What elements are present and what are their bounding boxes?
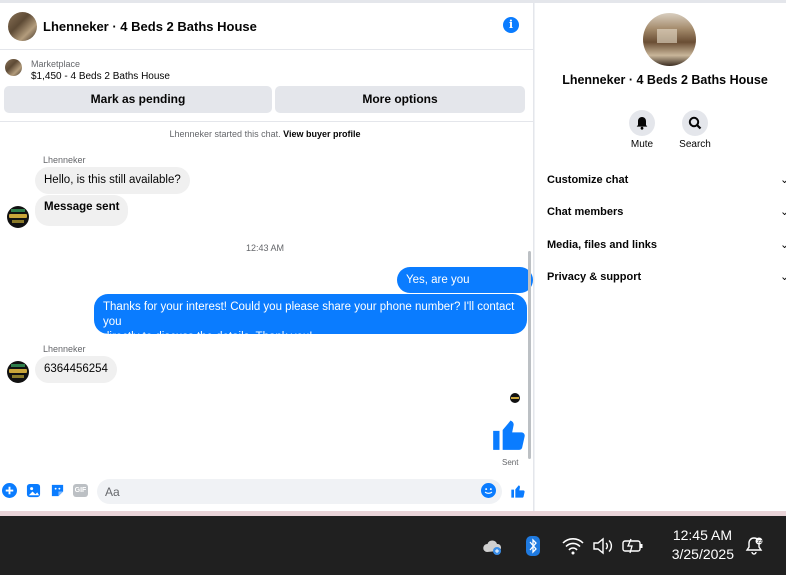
search-icon <box>688 116 702 130</box>
listing-photo[interactable] <box>643 13 696 66</box>
chat-info-panel: Lhenneker · 4 Beds 2 Baths House Mute Se… <box>535 3 786 511</box>
chevron-down-icon[interactable]: ⌄ <box>780 205 786 218</box>
chat-started-notice: Lhenneker started this chat. View buyer … <box>0 129 530 139</box>
info-icon[interactable]: i <box>503 17 519 33</box>
listing-price[interactable]: $1,450 - 4 Beds 2 Baths House <box>31 71 170 82</box>
battery-icon[interactable] <box>621 537 645 555</box>
message-sender: Lhenneker <box>43 344 86 354</box>
divider <box>0 121 534 122</box>
gif-icon[interactable]: GIF <box>73 484 88 497</box>
message-bubble-incoming[interactable]: 6364456254 <box>35 356 117 383</box>
wifi-icon[interactable] <box>562 537 584 555</box>
bluetooth-icon[interactable] <box>526 536 540 556</box>
sender-avatar[interactable] <box>7 361 29 383</box>
taskbar-clock-date[interactable]: 3/25/2025 <box>662 546 734 562</box>
plus-icon[interactable] <box>2 483 17 498</box>
chat-started-text: Lhenneker started this chat. <box>169 129 281 139</box>
message-bubble-incoming[interactable]: Hello, is this still available? <box>35 167 190 194</box>
svg-text:zz: zz <box>757 539 763 545</box>
message-bubble-incoming[interactable]: Message sent <box>35 195 129 226</box>
customize-chat-item[interactable]: Customize chat <box>547 174 628 186</box>
mute-label: Mute <box>630 139 654 150</box>
like-icon[interactable] <box>510 483 526 499</box>
chat-pane: Lhenneker · 4 Beds 2 Baths House i Marke… <box>0 3 534 511</box>
message-sender: Lhenneker <box>43 155 86 165</box>
message-line: directly to discuss the details. Thank y… <box>103 331 313 343</box>
more-options-button[interactable]: More options <box>275 86 525 113</box>
volume-icon[interactable] <box>592 537 614 555</box>
message-input[interactable] <box>97 479 502 504</box>
seen-avatar <box>510 393 520 403</box>
sent-status: Sent <box>502 458 519 467</box>
message-bubble-outgoing[interactable]: Thanks for your interest! Could you plea… <box>94 294 527 343</box>
search-label: Search <box>679 139 711 150</box>
info-panel-title: Lhenneker · 4 Beds 2 Baths House <box>562 73 768 87</box>
chat-members-item[interactable]: Chat members <box>547 206 623 218</box>
chat-title[interactable]: Lhenneker · 4 Beds 2 Baths House <box>43 19 257 34</box>
sender-avatar[interactable] <box>7 206 29 228</box>
media-files-links-item[interactable]: Media, files and links <box>547 239 657 251</box>
chevron-down-icon[interactable]: ⌄ <box>780 238 786 251</box>
marketplace-label: Marketplace <box>31 59 81 69</box>
photo-icon[interactable] <box>26 483 41 498</box>
message-line: Thanks for your interest! Could you plea… <box>103 301 515 328</box>
marketplace-thumbnail[interactable] <box>5 59 22 76</box>
listing-avatar[interactable] <box>8 12 37 41</box>
notification-icon[interactable]: zz <box>744 536 764 556</box>
chevron-down-icon[interactable]: ⌄ <box>780 270 786 283</box>
mark-as-pending-button[interactable]: Mark as pending <box>4 86 272 113</box>
mute-button[interactable] <box>629 110 655 136</box>
view-buyer-profile-link[interactable]: View buyer profile <box>283 129 360 139</box>
message-timestamp: 12:43 AM <box>245 243 285 253</box>
like-sticker-icon[interactable] <box>490 415 528 453</box>
message-bubble-outgoing[interactable]: Yes, are you interested? <box>397 267 533 312</box>
bell-icon <box>636 117 648 130</box>
chat-scrollbar[interactable] <box>528 251 531 459</box>
chat-header: Lhenneker · 4 Beds 2 Baths House i <box>0 3 534 50</box>
taskbar-clock-time[interactable]: 12:45 AM <box>668 527 732 543</box>
privacy-support-item[interactable]: Privacy & support <box>547 271 641 283</box>
emoji-icon[interactable] <box>481 483 496 498</box>
onedrive-icon[interactable] <box>482 538 504 556</box>
chevron-down-icon[interactable]: ⌄ <box>780 173 786 186</box>
search-button[interactable] <box>682 110 708 136</box>
sticker-icon[interactable] <box>50 483 65 498</box>
